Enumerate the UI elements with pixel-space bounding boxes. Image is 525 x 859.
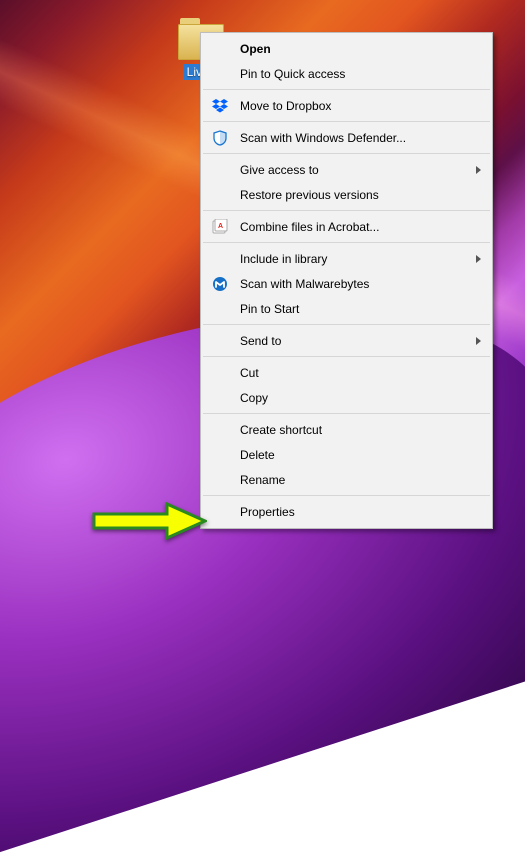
menu-item-label: Cut xyxy=(240,366,259,380)
menu-separator xyxy=(203,356,490,357)
menu-separator xyxy=(203,242,490,243)
menu-separator xyxy=(203,210,490,211)
menu-restore-previous-versions[interactable]: Restore previous versions xyxy=(202,182,491,207)
menu-item-label: Give access to xyxy=(240,163,319,177)
menu-separator xyxy=(203,89,490,90)
menu-scan-malwarebytes[interactable]: Scan with Malwarebytes xyxy=(202,271,491,296)
chevron-right-icon xyxy=(476,166,481,174)
menu-item-label: Scan with Windows Defender... xyxy=(240,131,406,145)
menu-properties[interactable]: Properties xyxy=(202,499,491,525)
malwarebytes-icon xyxy=(212,276,228,292)
menu-item-label: Open xyxy=(240,42,271,56)
menu-include-in-library[interactable]: Include in library xyxy=(202,246,491,271)
menu-cut[interactable]: Cut xyxy=(202,360,491,385)
windows-defender-icon xyxy=(212,130,228,146)
context-menu: Open Pin to Quick access Move to Dropbox… xyxy=(200,32,493,529)
menu-move-to-dropbox[interactable]: Move to Dropbox xyxy=(202,93,491,118)
menu-send-to[interactable]: Send to xyxy=(202,328,491,353)
menu-delete[interactable]: Delete xyxy=(202,442,491,467)
menu-open[interactable]: Open xyxy=(202,36,491,61)
chevron-right-icon xyxy=(476,255,481,263)
menu-item-label: Include in library xyxy=(240,252,327,266)
menu-pin-to-start[interactable]: Pin to Start xyxy=(202,296,491,321)
arrow-icon xyxy=(94,504,205,538)
menu-item-label: Properties xyxy=(240,505,295,519)
menu-item-label: Restore previous versions xyxy=(240,188,379,202)
svg-text:A: A xyxy=(218,223,223,230)
menu-separator xyxy=(203,121,490,122)
menu-separator xyxy=(203,324,490,325)
callout-arrow xyxy=(92,502,207,540)
menu-item-label: Move to Dropbox xyxy=(240,99,331,113)
menu-separator xyxy=(203,413,490,414)
menu-separator xyxy=(203,495,490,496)
menu-item-label: Send to xyxy=(240,334,281,348)
chevron-right-icon xyxy=(476,337,481,345)
menu-item-label: Pin to Start xyxy=(240,302,299,316)
menu-separator xyxy=(203,153,490,154)
acrobat-icon: A xyxy=(212,219,228,235)
menu-give-access-to[interactable]: Give access to xyxy=(202,157,491,182)
menu-scan-defender[interactable]: Scan with Windows Defender... xyxy=(202,125,491,150)
menu-item-label: Delete xyxy=(240,448,275,462)
menu-item-label: Combine files in Acrobat... xyxy=(240,220,379,234)
menu-rename[interactable]: Rename xyxy=(202,467,491,492)
menu-item-label: Pin to Quick access xyxy=(240,67,345,81)
menu-create-shortcut[interactable]: Create shortcut xyxy=(202,417,491,442)
menu-item-label: Rename xyxy=(240,473,285,487)
menu-item-label: Scan with Malwarebytes xyxy=(240,277,369,291)
menu-combine-acrobat[interactable]: A Combine files in Acrobat... xyxy=(202,214,491,239)
menu-item-label: Create shortcut xyxy=(240,423,322,437)
dropbox-icon xyxy=(212,98,228,114)
menu-copy[interactable]: Copy xyxy=(202,385,491,410)
menu-pin-quick-access[interactable]: Pin to Quick access xyxy=(202,61,491,86)
menu-item-label: Copy xyxy=(240,391,268,405)
